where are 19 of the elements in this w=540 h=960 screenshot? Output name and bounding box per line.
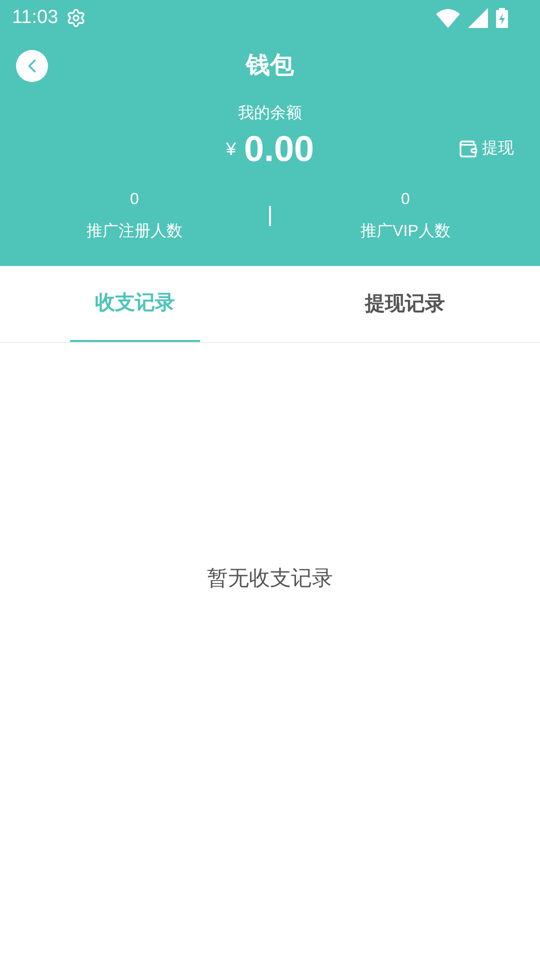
battery-icon xyxy=(496,8,508,28)
signal-icon xyxy=(468,8,488,28)
balance-amount: 0.00 xyxy=(244,131,314,167)
stat-value: 0 xyxy=(130,190,139,210)
empty-message: 暂无收支记录 xyxy=(207,566,333,592)
wifi-icon xyxy=(436,8,460,28)
currency-symbol: ¥ xyxy=(226,138,236,161)
settings-icon xyxy=(66,8,86,28)
withdraw-button[interactable]: 提现 xyxy=(458,137,514,161)
wallet-icon xyxy=(458,139,478,159)
back-button[interactable] xyxy=(16,50,48,82)
stat-value: 0 xyxy=(401,190,410,210)
stat-label: 推广VIP人数 xyxy=(360,222,450,242)
balance-label: 我的余额 xyxy=(238,104,302,124)
status-time: 11:03 xyxy=(12,6,58,30)
tab[interactable]: 收支记录 xyxy=(70,266,200,342)
tab[interactable]: 提现记录 xyxy=(340,266,470,342)
stat-label: 推广注册人数 xyxy=(86,222,182,242)
page-title: 钱包 xyxy=(246,51,294,81)
